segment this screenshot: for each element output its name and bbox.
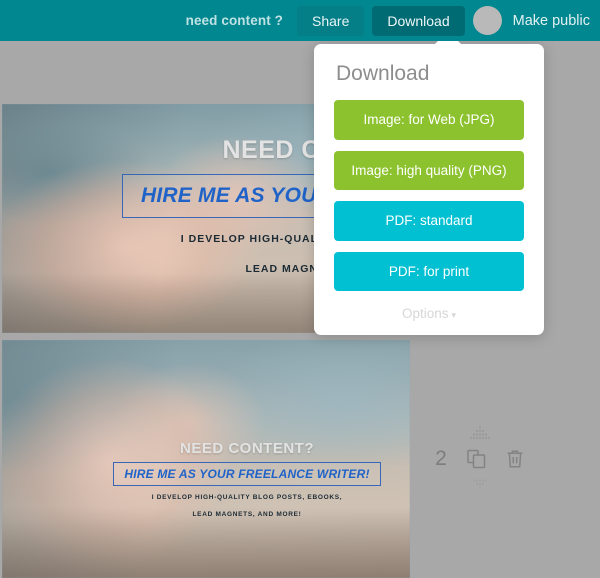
options-label: Options [401,306,449,321]
download-panel-title: Download [336,62,430,85]
make-public-toggle-label[interactable]: Make public [513,13,590,29]
row-number: 2 [435,447,447,470]
row-tools: 2 [430,426,530,490]
avatar [472,6,502,35]
chevron-down-icon: ▾ [451,310,457,320]
download-pdf-standard-button[interactable]: PDF: standard [334,201,524,241]
top-toolbar: need content ? Share Download Make publi… [0,0,600,41]
download-panel: Download Image: for Web (JPG) Image: hig… [314,31,544,335]
card-2-subline-1: I DEVELOP HIGH-QUALITY BLOG POSTS, EBOOK… [151,494,343,501]
duplicate-icon[interactable] [467,449,486,469]
trash-icon[interactable] [506,449,525,469]
drag-handle-dots-bottom-icon[interactable] [469,479,491,490]
row-controls: 2 [435,448,525,469]
design-card-2[interactable]: NEED CONTENT? HIRE ME AS YOUR FREELANCE … [2,340,410,578]
download-jpg-button[interactable]: Image: for Web (JPG) [334,100,524,140]
card-2-text-overlay: NEED CONTENT? HIRE ME AS YOUR FREELANCE … [102,440,392,520]
download-button[interactable]: Download [372,5,465,36]
download-pdf-print-button[interactable]: PDF: for print [334,251,524,291]
card-2-heading: NEED CONTENT? [180,440,314,457]
share-button[interactable]: Share [297,5,365,36]
card-2-cta: HIRE ME AS YOUR FREELANCE WRITER! [113,462,381,486]
card-2-subline-2: LEAD MAGNETS, AND MORE! [192,510,302,518]
drag-handle-dots-icon[interactable] [469,426,491,440]
download-png-button[interactable]: Image: high quality (PNG) [334,150,524,190]
document-title: need content ? [185,13,283,28]
options-dropdown[interactable]: Options ▾ [334,302,524,321]
